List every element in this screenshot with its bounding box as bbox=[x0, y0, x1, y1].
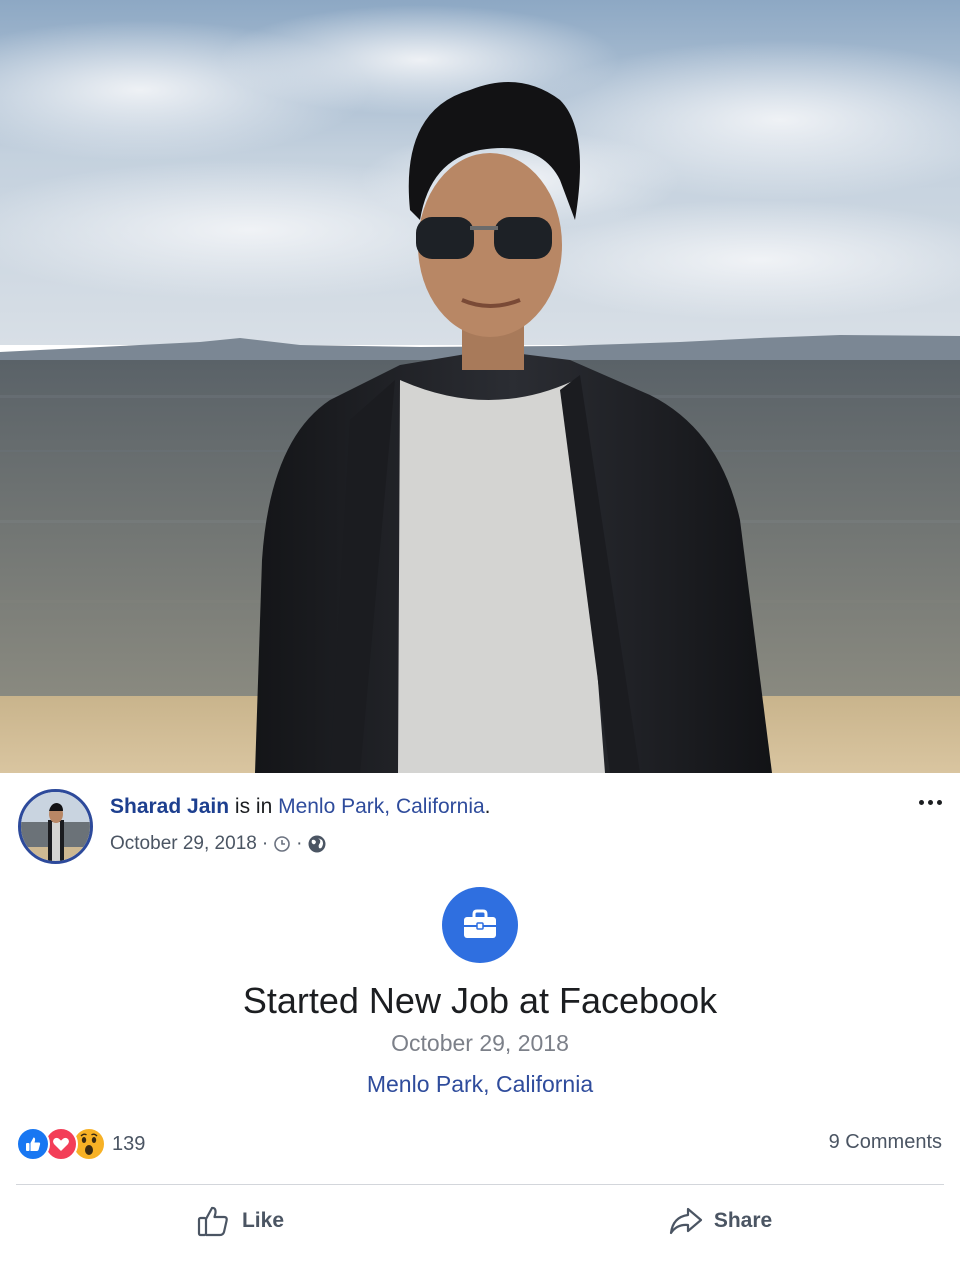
ellipsis-icon-dot bbox=[936, 799, 942, 805]
post-header: Sharad Jain is in Menlo Park, California… bbox=[0, 773, 960, 873]
life-event: Started New Job at Facebook October 29, … bbox=[0, 885, 960, 1098]
reaction-count[interactable]: 139 bbox=[112, 1133, 145, 1156]
post-headline: Sharad Jain is in Menlo Park, California… bbox=[110, 795, 491, 819]
meta-separator-2: · bbox=[296, 833, 303, 854]
ellipsis-icon-dot bbox=[927, 799, 933, 805]
post-photo-image bbox=[0, 0, 960, 773]
meta-separator: · bbox=[261, 833, 269, 854]
post-actions: Like Share bbox=[0, 1186, 960, 1256]
location-link[interactable]: Menlo Park, California bbox=[278, 795, 485, 818]
life-event-date: October 29, 2018 bbox=[391, 1030, 569, 1056]
ellipsis-icon-dot bbox=[918, 799, 924, 805]
post-photo[interactable] bbox=[0, 0, 960, 773]
share-label: Share bbox=[713, 1209, 773, 1232]
thumbs-up-outline-icon bbox=[197, 1206, 228, 1237]
like-reaction-icon bbox=[16, 1127, 50, 1161]
author-name-link[interactable]: Sharad Jain bbox=[110, 795, 229, 818]
avatar-image bbox=[21, 792, 90, 861]
avatar[interactable] bbox=[18, 789, 93, 864]
divider bbox=[16, 1184, 944, 1185]
life-event-location-link[interactable]: Menlo Park, California bbox=[0, 1070, 960, 1098]
heart-icon bbox=[53, 1137, 69, 1151]
briefcase-icon bbox=[464, 909, 496, 938]
globe-icon[interactable] bbox=[307, 834, 327, 854]
headline-verb: is in bbox=[229, 795, 279, 818]
reactions-summary[interactable]: 139 bbox=[16, 1126, 145, 1162]
clock-icon bbox=[274, 836, 290, 852]
life-event-title: Started New Job at Facebook bbox=[242, 980, 718, 1021]
post-date[interactable]: October 29, 2018 bbox=[110, 833, 257, 855]
post-meta: October 29, 2018 · · bbox=[110, 833, 327, 855]
headline-period: . bbox=[484, 795, 491, 818]
share-arrow-icon bbox=[669, 1207, 702, 1235]
share-button[interactable]: Share bbox=[480, 1186, 960, 1256]
more-options-button[interactable] bbox=[912, 791, 948, 813]
comments-count-link[interactable]: 9 Comments bbox=[829, 1131, 942, 1154]
wow-face-icon bbox=[75, 1130, 103, 1158]
like-button[interactable]: Like bbox=[0, 1186, 480, 1256]
like-label: Like bbox=[241, 1209, 285, 1232]
life-event-icon bbox=[442, 887, 518, 963]
thumbs-up-icon bbox=[26, 1137, 41, 1151]
